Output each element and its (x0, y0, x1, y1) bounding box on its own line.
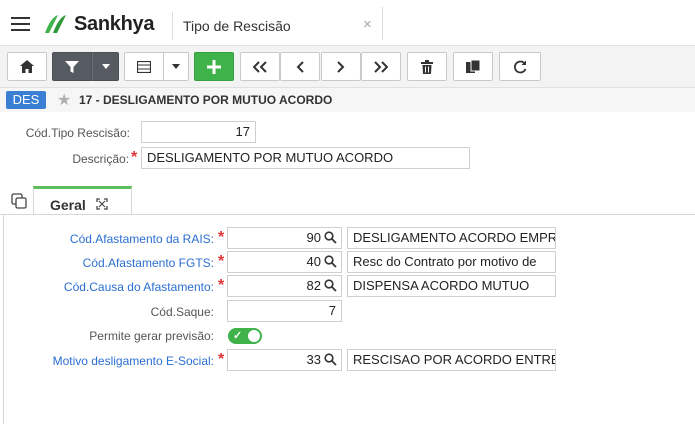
rais-description-field: DESLIGAMENTO ACORDO EMPR (347, 227, 556, 249)
toggle-knob (248, 330, 260, 342)
required-mark: * (131, 149, 138, 166)
screen-badge: DES (6, 91, 46, 109)
copy-icon (466, 59, 480, 73)
star-icon[interactable]: ★ (57, 90, 71, 110)
previous-record-button[interactable] (280, 52, 320, 81)
chevron-down-icon (172, 64, 180, 69)
cod-afastamento-fgts-field[interactable]: 40 (227, 251, 342, 273)
search-icon[interactable] (324, 279, 337, 292)
last-icon (374, 60, 388, 73)
descricao-label: Descrição: (72, 152, 129, 166)
search-icon[interactable] (324, 353, 337, 366)
filter-icon (65, 60, 79, 73)
search-icon[interactable] (324, 231, 337, 244)
fgts-code-value: 40 (306, 254, 321, 269)
delete-button[interactable] (407, 52, 447, 81)
cod-causa-afastamento-field[interactable]: 82 (227, 275, 342, 297)
search-icon[interactable] (324, 255, 337, 268)
home-button[interactable] (7, 52, 47, 81)
add-button[interactable] (194, 52, 234, 81)
cod-tipo-rescisao-label: Cód.Tipo Rescisão: (25, 126, 130, 140)
record-title: 17 - DESLIGAMENTO POR MUTUO ACORDO (79, 93, 333, 107)
logo-text: Sankhya (74, 12, 155, 35)
tab-tipo-de-rescisao[interactable]: Tipo de Rescisão × (173, 7, 383, 40)
required-mark: * (218, 277, 225, 294)
tab-geral[interactable]: Geral (33, 186, 132, 215)
cod-afastamento-rais-field[interactable]: 90 (227, 227, 342, 249)
tab-title: Tipo de Rescisão (183, 18, 291, 34)
required-mark: * (218, 229, 225, 246)
tabs-area: Geral (0, 183, 695, 424)
permite-gerar-previsao-toggle[interactable]: ✓ (228, 328, 262, 344)
sankhya-logo: Sankhya (42, 12, 154, 36)
filter-dropdown-button[interactable] (92, 52, 119, 81)
rais-code-value: 90 (306, 230, 321, 245)
cod-afastamento-rais-label[interactable]: Cód.Afastamento da RAIS: (70, 232, 214, 246)
plus-icon (207, 59, 221, 74)
check-icon: ✓ (233, 330, 243, 342)
panel-border (3, 215, 4, 424)
esocial-code-value: 33 (306, 352, 321, 367)
grid-view-dropdown-button[interactable] (163, 52, 189, 81)
motivo-desligamento-esocial-field[interactable]: 33 (227, 349, 342, 371)
refresh-icon (514, 60, 527, 73)
cod-saque-label: Cód.Saque: (150, 305, 214, 319)
refresh-button[interactable] (499, 52, 541, 81)
sankhya-logo-icon (45, 15, 66, 33)
required-mark: * (218, 351, 225, 368)
cod-causa-afastamento-label[interactable]: Cód.Causa do Afastamento: (64, 280, 214, 294)
grid-view-button[interactable] (124, 52, 164, 81)
close-icon[interactable]: × (363, 16, 372, 33)
required-mark: * (218, 253, 225, 270)
cod-saque-field[interactable]: 7 (227, 300, 342, 322)
expand-icon[interactable] (96, 198, 108, 210)
last-record-button[interactable] (361, 52, 401, 81)
previous-icon (296, 60, 304, 73)
motivo-desligamento-esocial-label[interactable]: Motivo desligamento E-Social: (53, 354, 214, 368)
cod-tipo-rescisao-field[interactable]: 17 (141, 121, 256, 143)
causa-code-value: 82 (306, 278, 321, 293)
grid-icon (137, 60, 151, 73)
chevron-down-icon (101, 64, 110, 69)
trash-icon (421, 59, 433, 74)
record-header: DES ★ 17 - DESLIGAMENTO POR MUTUO ACORDO (0, 88, 695, 112)
top-bar: Sankhya Tipo de Rescisão × (0, 0, 695, 46)
duplicate-button[interactable] (453, 52, 493, 81)
permite-gerar-previsao-label: Permite gerar previsão: (89, 329, 214, 343)
esocial-description-field: RESCISAO POR ACORDO ENTRE (347, 349, 556, 371)
next-record-button[interactable] (321, 52, 361, 81)
causa-description-field: DISPENSA ACORDO MUTUO (347, 275, 556, 297)
next-icon (337, 60, 345, 73)
home-icon (20, 60, 34, 73)
toolbar (0, 46, 695, 88)
first-record-button[interactable] (240, 52, 280, 81)
tab-geral-label: Geral (50, 197, 86, 213)
copy-icon[interactable] (11, 193, 27, 209)
descricao-field[interactable]: DESLIGAMENTO POR MUTUO ACORDO (141, 147, 470, 169)
menu-icon[interactable] (11, 17, 30, 31)
fgts-description-field: Resc do Contrato por motivo de (347, 251, 556, 273)
cod-afastamento-fgts-label[interactable]: Cód.Afastamento FGTS: (83, 256, 214, 270)
filter-button[interactable] (52, 52, 92, 81)
tabs-divider (0, 214, 695, 215)
first-icon (253, 60, 267, 73)
